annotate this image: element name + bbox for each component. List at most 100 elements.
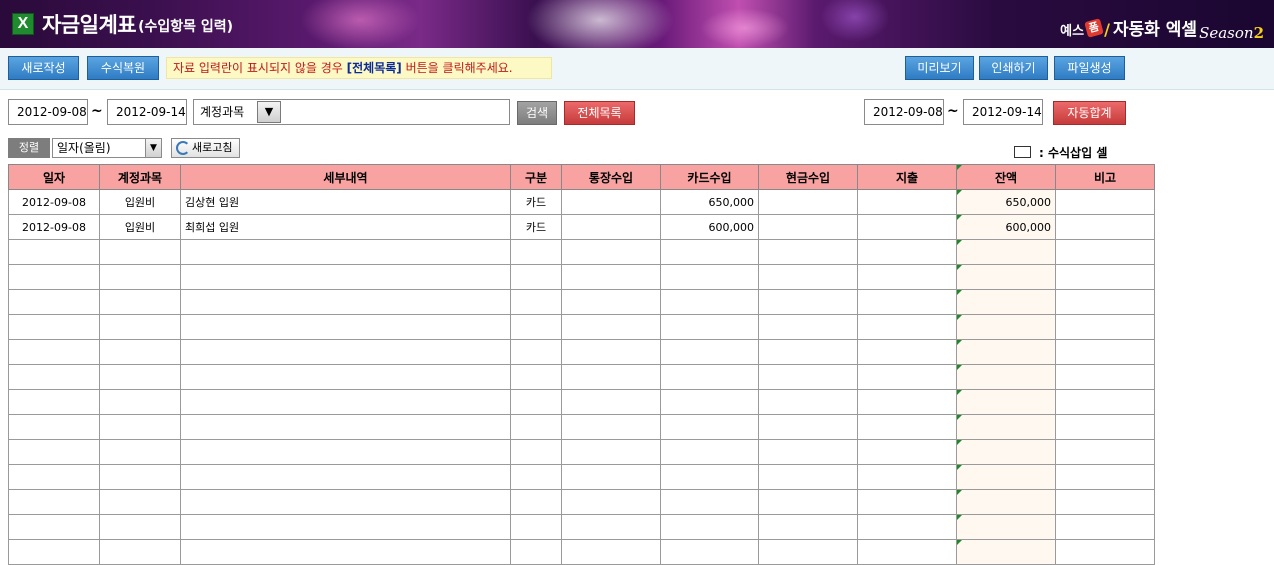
balance-cell[interactable]	[956, 364, 1056, 390]
detail-cell[interactable]	[180, 389, 511, 415]
cash-income-cell[interactable]	[758, 364, 858, 390]
type-cell[interactable]	[510, 314, 562, 340]
card-income-cell[interactable]	[660, 489, 759, 515]
chevron-down-icon[interactable]: ▼	[145, 139, 161, 157]
note-cell[interactable]	[1055, 414, 1155, 440]
date-cell[interactable]	[8, 339, 100, 365]
note-cell[interactable]	[1055, 339, 1155, 365]
search-button[interactable]: 검색	[517, 101, 557, 125]
date-cell[interactable]	[8, 364, 100, 390]
date-cell[interactable]: 2012-09-08	[8, 189, 100, 215]
expense-cell[interactable]	[857, 264, 957, 290]
account-cell[interactable]	[99, 489, 181, 515]
expense-cell[interactable]	[857, 439, 957, 465]
date-cell[interactable]	[8, 264, 100, 290]
all-list-button[interactable]: 전체목록	[564, 101, 635, 125]
detail-cell[interactable]	[180, 539, 511, 565]
type-cell[interactable]	[510, 439, 562, 465]
bank-income-cell[interactable]	[561, 489, 661, 515]
account-cell[interactable]	[99, 364, 181, 390]
expense-cell[interactable]	[857, 189, 957, 215]
cash-income-cell[interactable]	[758, 339, 858, 365]
detail-cell[interactable]	[180, 264, 511, 290]
expense-cell[interactable]	[857, 214, 957, 240]
card-income-cell[interactable]	[660, 364, 759, 390]
account-cell[interactable]	[99, 289, 181, 315]
note-cell[interactable]	[1055, 464, 1155, 490]
date-cell[interactable]	[8, 289, 100, 315]
note-cell[interactable]	[1055, 364, 1155, 390]
auto-sum-button[interactable]: 자동합계	[1053, 101, 1126, 125]
balance-cell[interactable]	[956, 514, 1056, 540]
cash-income-cell[interactable]	[758, 389, 858, 415]
expense-cell[interactable]	[857, 539, 957, 565]
account-cell[interactable]	[99, 264, 181, 290]
date-cell[interactable]	[8, 239, 100, 265]
sum-date-to-field[interactable]: 2012-09-14	[963, 99, 1043, 125]
bank-income-cell[interactable]	[561, 289, 661, 315]
type-cell[interactable]	[510, 514, 562, 540]
cash-income-cell[interactable]	[758, 414, 858, 440]
balance-cell[interactable]	[956, 264, 1056, 290]
card-income-cell[interactable]	[660, 514, 759, 540]
note-cell[interactable]	[1055, 389, 1155, 415]
type-cell[interactable]	[510, 389, 562, 415]
bank-income-cell[interactable]	[561, 339, 661, 365]
detail-cell[interactable]	[180, 314, 511, 340]
bank-income-cell[interactable]	[561, 214, 661, 240]
account-cell[interactable]: 입원비	[99, 214, 181, 240]
card-income-cell[interactable]	[660, 414, 759, 440]
balance-cell[interactable]	[956, 314, 1056, 340]
detail-cell[interactable]	[180, 414, 511, 440]
card-income-cell[interactable]	[660, 239, 759, 265]
bank-income-cell[interactable]	[561, 264, 661, 290]
account-dropdown-button[interactable]: ▼	[257, 101, 281, 123]
expense-cell[interactable]	[857, 489, 957, 515]
account-cell[interactable]	[99, 314, 181, 340]
bank-income-cell[interactable]	[561, 539, 661, 565]
balance-cell[interactable]: 600,000	[956, 214, 1056, 240]
note-cell[interactable]	[1055, 239, 1155, 265]
date-cell[interactable]: 2012-09-08	[8, 214, 100, 240]
cash-income-cell[interactable]	[758, 514, 858, 540]
balance-cell[interactable]	[956, 489, 1056, 515]
file-export-button[interactable]: 파일생성	[1054, 56, 1125, 80]
detail-cell[interactable]: 최희섭 입원	[180, 214, 511, 240]
type-cell[interactable]	[510, 539, 562, 565]
bank-income-cell[interactable]	[561, 439, 661, 465]
detail-cell[interactable]: 김상현 입원	[180, 189, 511, 215]
balance-cell[interactable]	[956, 289, 1056, 315]
refresh-button[interactable]: 새로고침	[171, 138, 240, 158]
type-cell[interactable]	[510, 339, 562, 365]
bank-income-cell[interactable]	[561, 514, 661, 540]
detail-cell[interactable]	[180, 364, 511, 390]
account-cell[interactable]	[99, 339, 181, 365]
expense-cell[interactable]	[857, 289, 957, 315]
preview-button[interactable]: 미리보기	[905, 56, 974, 80]
cash-income-cell[interactable]	[758, 489, 858, 515]
bank-income-cell[interactable]	[561, 464, 661, 490]
date-from-field[interactable]: 2012-09-08	[8, 99, 88, 125]
note-cell[interactable]	[1055, 539, 1155, 565]
balance-cell[interactable]: 650,000	[956, 189, 1056, 215]
type-cell[interactable]	[510, 289, 562, 315]
cash-income-cell[interactable]	[758, 539, 858, 565]
account-cell[interactable]	[99, 439, 181, 465]
card-income-cell[interactable]	[660, 539, 759, 565]
detail-cell[interactable]	[180, 489, 511, 515]
expense-cell[interactable]	[857, 239, 957, 265]
type-cell[interactable]	[510, 364, 562, 390]
type-cell[interactable]	[510, 414, 562, 440]
date-cell[interactable]	[8, 414, 100, 440]
account-cell[interactable]: 입원비	[99, 189, 181, 215]
balance-cell[interactable]	[956, 339, 1056, 365]
expense-cell[interactable]	[857, 364, 957, 390]
note-cell[interactable]	[1055, 439, 1155, 465]
expense-cell[interactable]	[857, 514, 957, 540]
balance-cell[interactable]	[956, 439, 1056, 465]
card-income-cell[interactable]: 600,000	[660, 214, 759, 240]
note-cell[interactable]	[1055, 514, 1155, 540]
date-cell[interactable]	[8, 489, 100, 515]
type-cell[interactable]: 카드	[510, 214, 562, 240]
type-cell[interactable]: 카드	[510, 189, 562, 215]
